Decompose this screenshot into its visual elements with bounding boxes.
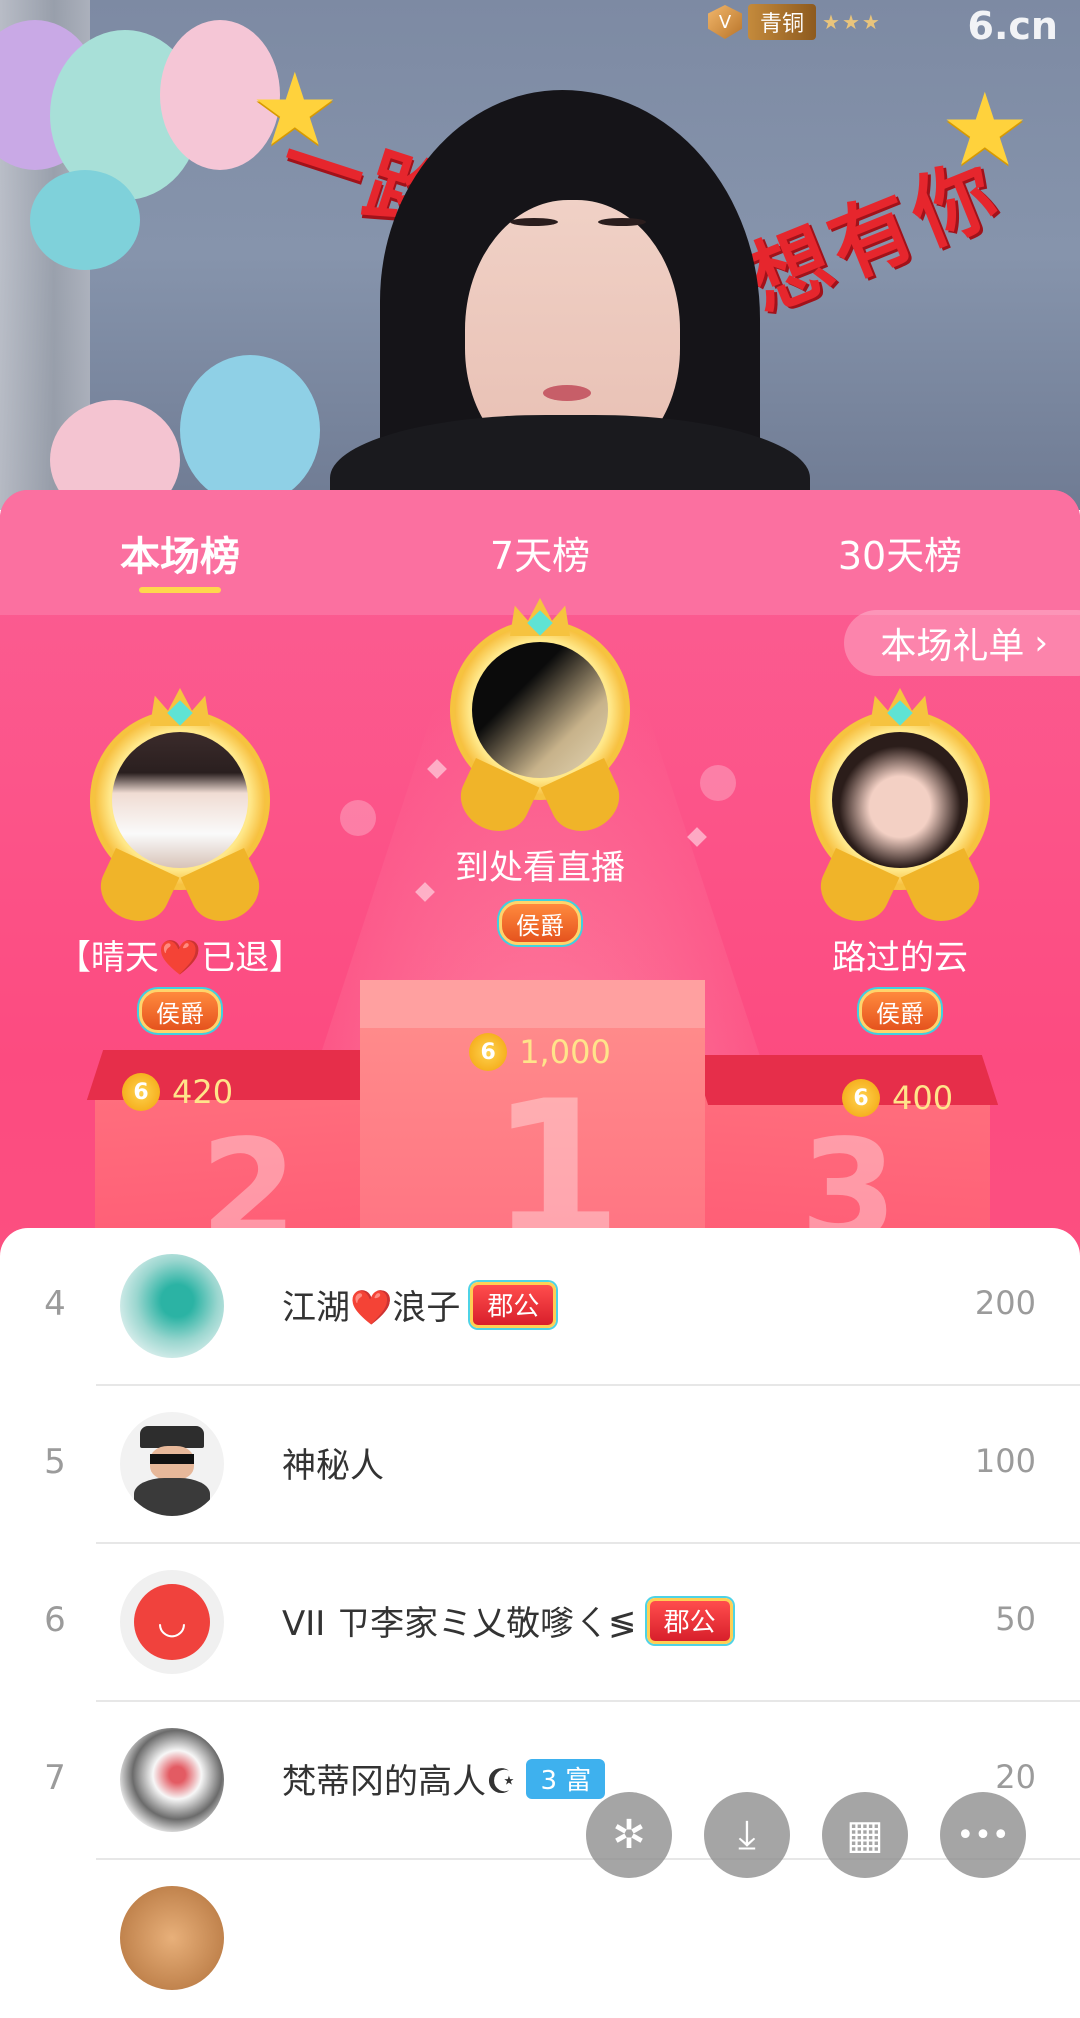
rank-tag-marquis: 侯爵 [859, 989, 941, 1033]
share-icon: ✲ [612, 1812, 646, 1858]
avatar [832, 732, 968, 868]
list-item[interactable]: 5 神秘人 100 [0, 1386, 1080, 1544]
ink-fish-avatar[interactable] [120, 1728, 224, 1832]
tab-7-days[interactable]: 7天榜 [360, 490, 720, 615]
download-icon: ⤓ [738, 1812, 756, 1858]
more-icon: ••• [956, 1817, 1010, 1853]
gift-list-button[interactable]: 本场礼单 › [844, 610, 1080, 676]
rank-tag-wealth: 3 富 [526, 1758, 606, 1799]
list-item[interactable]: 7 梵蒂冈的高人☪ 3 富 20 [0, 1702, 1080, 1860]
coin-icon: 6 [842, 1079, 880, 1117]
score: 50 [995, 1600, 1036, 1638]
list-item[interactable]: 4 江湖❤️浪子 郡公 200 [0, 1228, 1080, 1386]
podium-third[interactable]: 路过的云 侯爵 6 400 [760, 688, 1040, 1117]
more-button[interactable]: ••• [940, 1792, 1026, 1878]
rank-label: 青铜 [748, 4, 817, 40]
download-button[interactable]: ⤓ [704, 1792, 790, 1878]
rank-tag-marquis: 侯爵 [499, 901, 581, 945]
bronze-shield-icon: V [708, 5, 742, 39]
podium-third-score: 6 400 [842, 1079, 953, 1117]
balloon [180, 355, 320, 505]
gift-list-label: 本场礼单 [880, 626, 1025, 667]
user-name: 神秘人 [282, 1446, 384, 1486]
coin-icon: 6 [469, 1033, 508, 1071]
rank-number: 5 [44, 1442, 66, 1482]
apps-button[interactable]: ▦ [822, 1792, 908, 1878]
user-name: 江湖❤️浪子 [282, 1288, 461, 1328]
mystery-man-avatar[interactable] [120, 1412, 224, 1516]
dragon-avatar[interactable] [120, 1254, 224, 1358]
user-name: VII ㄗ李家ミ乂敬嗲ㄑ≶ [282, 1604, 637, 1644]
rank-number: 7 [44, 1758, 66, 1798]
site-logo: 6.cn [967, 4, 1058, 48]
leaderboard-tabs: 本场榜 7天榜 30天榜 [0, 490, 1080, 615]
podium-second[interactable]: 【晴天❤️已退】 侯爵 6 420 [40, 688, 320, 1111]
share-button[interactable]: ✲ [586, 1792, 672, 1878]
avatar[interactable] [120, 1886, 224, 1990]
list-item[interactable] [0, 1860, 1080, 2018]
podium-second-score: 6 420 [122, 1073, 233, 1111]
score: 100 [974, 1442, 1036, 1480]
red-smiley-avatar[interactable]: ◡ [120, 1570, 224, 1674]
tab-this-session[interactable]: 本场榜 [0, 490, 360, 615]
coin-icon: 6 [122, 1073, 160, 1111]
avatar-frame-gold [90, 688, 270, 932]
podium-second-name: 【晴天❤️已退】 [56, 938, 304, 978]
podium-first-score: 6 1,000 [469, 1033, 611, 1071]
leaderboard-list[interactable]: 4 江湖❤️浪子 郡公 200 5 神秘人 100 6 ◡ VII ㄗ李家ミ乂敬… [0, 1228, 1080, 1990]
rank-tag-duke: 郡公 [470, 1281, 557, 1328]
avatar-frame-gold [810, 688, 990, 932]
podium-first-name: 到处看直播 [455, 848, 625, 888]
rank-tag-duke: 郡公 [646, 1597, 733, 1644]
grid-icon: ▦ [846, 1812, 884, 1858]
tab-30-days[interactable]: 30天榜 [720, 490, 1080, 615]
avatar [472, 642, 608, 778]
avatar-frame-gold [450, 598, 630, 842]
list-item[interactable]: 6 ◡ VII ㄗ李家ミ乂敬嗲ㄑ≶ 郡公 50 [0, 1544, 1080, 1702]
chevron-right-icon: › [1034, 623, 1048, 663]
rank-number: 6 [44, 1600, 66, 1640]
avatar [112, 732, 248, 868]
balloon [30, 170, 140, 270]
podium-third-name: 路过的云 [832, 938, 968, 978]
podium-first[interactable]: 到处看直播 侯爵 6 1,000 [360, 598, 720, 1071]
rank-stars: ★★★ [822, 10, 882, 34]
streamer [330, 70, 810, 510]
rank-number: 4 [44, 1284, 66, 1324]
live-video[interactable]: ★ ★ 一路陪 想有你 V 青铜 ★★★ 6.cn [0, 0, 1080, 510]
score: 200 [974, 1284, 1036, 1322]
score: 20 [995, 1758, 1036, 1796]
user-name: 梵蒂冈的高人☪ [282, 1762, 517, 1802]
rank-tag-marquis: 侯爵 [139, 989, 221, 1033]
streamer-rank-badge[interactable]: V 青铜 ★★★ [708, 4, 882, 40]
